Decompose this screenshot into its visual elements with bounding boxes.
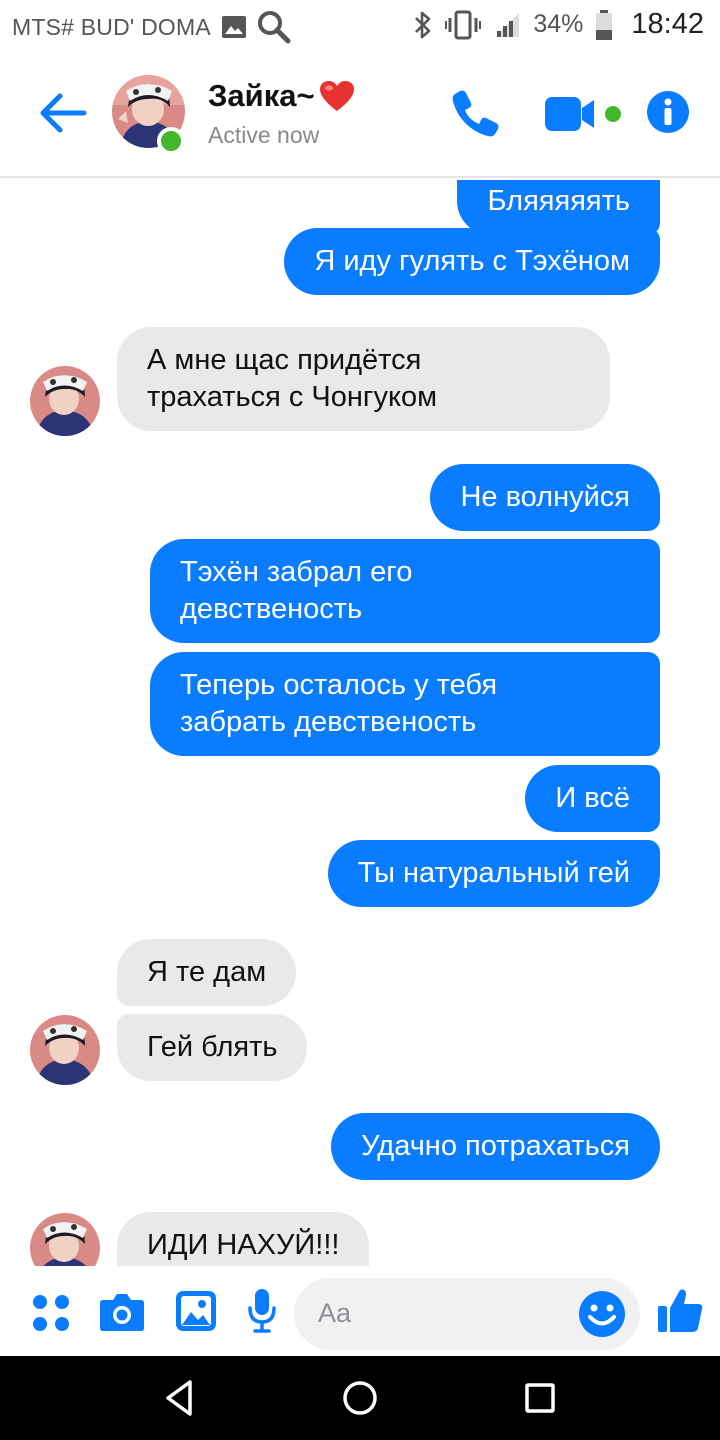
search-icon xyxy=(257,11,291,44)
gallery-icon xyxy=(221,16,246,38)
system-navigation-bar xyxy=(0,1356,720,1440)
message-outgoing[interactable]: Ты натуральный гей xyxy=(327,840,660,907)
message-outgoing[interactable]: Тэхён забрал его девственость xyxy=(150,539,660,643)
back-arrow-icon[interactable] xyxy=(36,88,88,138)
home-circle-icon[interactable] xyxy=(338,1376,382,1420)
thumbs-up-icon[interactable] xyxy=(656,1286,704,1334)
contact-avatar[interactable] xyxy=(30,1015,100,1085)
message-incoming[interactable]: Я те дам xyxy=(117,939,297,1006)
contact-avatar[interactable] xyxy=(30,366,100,436)
microphone-icon[interactable] xyxy=(247,1288,277,1334)
camera-icon[interactable] xyxy=(99,1292,145,1332)
message-outgoing[interactable]: Бляяяяять xyxy=(457,180,660,235)
message-text: Я те дам xyxy=(147,956,267,988)
presence-status: Active now xyxy=(208,122,320,148)
message-outgoing[interactable]: Не волнуйся xyxy=(430,464,660,531)
message-text-line: забрать девственость xyxy=(180,706,477,738)
emoji-icon[interactable] xyxy=(578,1290,626,1338)
message-incoming[interactable]: А мне щас придётся трахаться с Чонгуком xyxy=(117,327,610,431)
message-incoming[interactable]: ИДИ НАХУЙ!!! xyxy=(117,1212,370,1266)
message-incoming[interactable]: Гей блять xyxy=(117,1014,308,1081)
phone-icon[interactable] xyxy=(451,88,501,138)
message-text: И всё xyxy=(555,782,630,814)
message-text-line: Тэхён забрал его xyxy=(180,556,413,588)
recents-square-icon[interactable] xyxy=(518,1376,562,1420)
video-call-icon[interactable] xyxy=(544,94,626,134)
message-input-placeholder: Aa xyxy=(318,1298,352,1328)
online-indicator xyxy=(157,127,185,155)
message-outgoing[interactable]: Удачно потрахаться xyxy=(331,1113,660,1180)
photo-icon[interactable] xyxy=(175,1290,217,1332)
message-text: Я иду гулять с Тэхёном xyxy=(314,245,630,277)
message-input[interactable]: Aa xyxy=(294,1278,640,1350)
apps-icon[interactable] xyxy=(32,1294,70,1332)
message-text: Гей блять xyxy=(147,1031,278,1063)
message-outgoing[interactable]: И всё xyxy=(525,765,660,832)
back-triangle-icon[interactable] xyxy=(158,1376,202,1420)
message-outgoing[interactable]: Теперь осталось у тебя забрать девствено… xyxy=(150,652,660,756)
message-text: Не волнуйся xyxy=(460,481,630,513)
vibrate-icon xyxy=(445,10,482,39)
signal-icon xyxy=(495,12,520,37)
heart-icon xyxy=(319,81,354,111)
status-bar: MTS# BUD' DOMA 34% 18:42 xyxy=(0,0,720,50)
message-text-line: Теперь осталось у тебя xyxy=(180,669,498,701)
composer-bar: Aa xyxy=(0,1266,720,1356)
contact-name[interactable]: Зайка~ xyxy=(208,78,355,114)
message-text: Удачно потрахаться xyxy=(361,1130,630,1162)
conversation-header: Зайка~ Active now xyxy=(0,50,720,178)
carrier-name: MTS# BUD' DOMA xyxy=(12,13,211,40)
battery-icon xyxy=(596,9,613,40)
info-icon[interactable] xyxy=(646,90,690,134)
message-text: ИДИ НАХУЙ!!! xyxy=(147,1229,340,1261)
message-text-line: трахаться с Чонгуком xyxy=(147,381,438,413)
message-text: Бляяяяять xyxy=(487,185,630,217)
battery-percent: 34% xyxy=(533,10,584,38)
message-list[interactable]: Бляяяяять Я иду гулять с Тэхёном А мне щ… xyxy=(0,180,720,1266)
message-text-line: девственость xyxy=(180,593,363,625)
message-text-line: А мне щас придётся xyxy=(147,344,422,376)
bluetooth-icon xyxy=(415,11,431,38)
message-text: Ты натуральный гей xyxy=(357,857,630,889)
contact-avatar[interactable] xyxy=(30,1213,100,1266)
message-outgoing[interactable]: Я иду гулять с Тэхёном xyxy=(284,228,660,295)
clock: 18:42 xyxy=(631,8,704,40)
contact-name-text: Зайка~ xyxy=(208,78,315,113)
